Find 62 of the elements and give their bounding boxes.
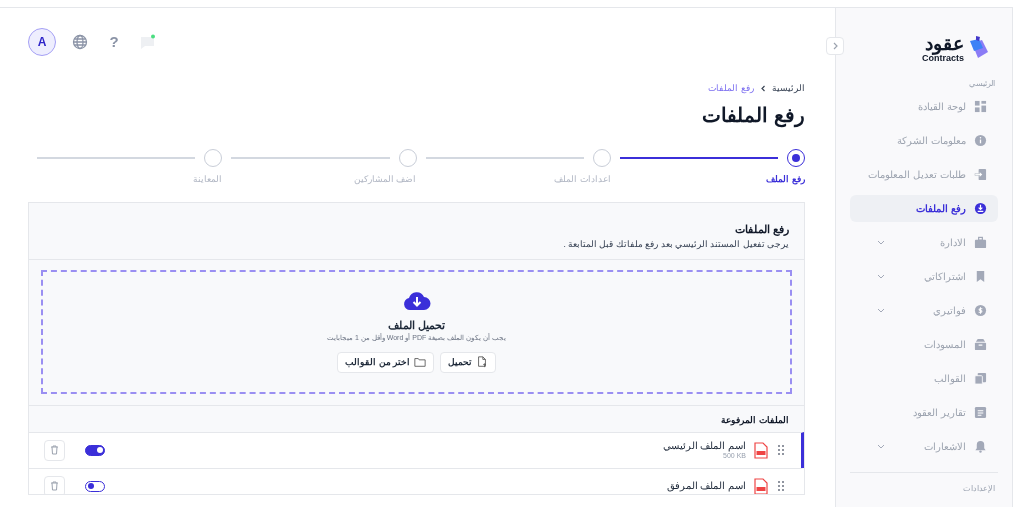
bookmark-icon xyxy=(974,270,987,283)
sidebar-item[interactable]: تقارير العقود xyxy=(850,399,998,426)
drag-handle-icon[interactable] xyxy=(778,445,784,456)
section-label: الإعدادات xyxy=(962,483,996,495)
collapse-button[interactable] xyxy=(826,37,844,55)
file-upload-icon xyxy=(476,356,488,369)
step-label: اعدادات الملف xyxy=(554,172,611,186)
dropzone-title: تحميل الملف xyxy=(387,317,446,333)
step-label: اضف المشاركين xyxy=(354,172,417,186)
chat-icon[interactable] xyxy=(138,32,158,52)
sidebar-item[interactable]: طلبات تعديل المعلومات xyxy=(850,161,998,188)
file-row[interactable]: اسم الملف المرفق xyxy=(29,467,804,494)
briefcase-icon xyxy=(974,236,987,249)
sidebar-item[interactable]: الادارة xyxy=(850,229,998,256)
chevron-icon xyxy=(831,42,839,50)
logo-name: عقود xyxy=(925,33,964,53)
sidebar-item[interactable]: المسودات xyxy=(850,331,998,358)
sidebar-item[interactable]: اشتراكاتي xyxy=(850,263,998,290)
trash-icon xyxy=(50,481,59,492)
section-title: الملفات المرفوعة xyxy=(720,413,790,428)
sidebar-item[interactable]: فواتيري xyxy=(850,297,998,324)
toggle-switch[interactable] xyxy=(85,480,105,492)
sidebar-item[interactable]: القوالب xyxy=(850,365,998,392)
file-name: اسم الملف المرفق xyxy=(666,480,746,493)
help-button[interactable]: ? xyxy=(104,32,124,52)
dashboard-icon xyxy=(974,100,987,113)
folder-icon xyxy=(414,356,426,369)
step-indicator[interactable] xyxy=(787,148,805,167)
cloud-download-icon xyxy=(402,290,431,311)
step-label: المعاينة xyxy=(193,172,223,186)
archive-icon xyxy=(974,338,987,351)
file-name: اسم الملف الرئيسي xyxy=(662,439,746,452)
sidebar-item[interactable]: الاشعارات xyxy=(850,433,998,460)
dollar-icon xyxy=(974,304,987,317)
logo-icon xyxy=(968,35,990,61)
breadcrumb-link[interactable]: الرئيسية xyxy=(772,82,805,96)
delete-button[interactable] xyxy=(44,475,65,494)
step-label: رفع الملف xyxy=(766,172,805,186)
card-title: رفع الملفات xyxy=(733,221,789,237)
toggle-switch[interactable] xyxy=(85,444,105,456)
upload-option-button[interactable]: تحميل xyxy=(440,351,496,373)
sidebar-item[interactable]: معلومات الشركة xyxy=(850,127,998,154)
card-subtitle: يرجى تفعيل المستند الرئيسي بعد رفع ملفاتك قبل المتابعة . xyxy=(562,238,789,251)
breadcrumb-link[interactable]: رفع الملفات xyxy=(708,82,754,96)
download-icon xyxy=(974,202,987,215)
upload-option-button[interactable]: اختر من القوالب xyxy=(337,351,434,373)
globe-icon[interactable] xyxy=(70,32,90,52)
login-icon xyxy=(974,168,987,181)
sidebar-item[interactable]: رفع الملفات xyxy=(850,195,998,222)
page-title: رفع الملفات xyxy=(701,102,805,130)
drag-handle-icon[interactable] xyxy=(778,481,784,492)
documents-icon xyxy=(974,372,987,385)
chevron-icon xyxy=(760,85,766,93)
section-label: الرئيسي xyxy=(968,78,996,90)
avatar-button[interactable]: A xyxy=(28,28,56,56)
sidebar-item[interactable]: لوحة القيادة xyxy=(850,93,998,120)
pdf-file-icon xyxy=(754,441,768,459)
bell-icon xyxy=(974,440,987,453)
document-icon xyxy=(974,406,987,419)
delete-button[interactable] xyxy=(44,439,65,461)
info-icon xyxy=(974,134,987,147)
trash-icon xyxy=(50,445,59,456)
